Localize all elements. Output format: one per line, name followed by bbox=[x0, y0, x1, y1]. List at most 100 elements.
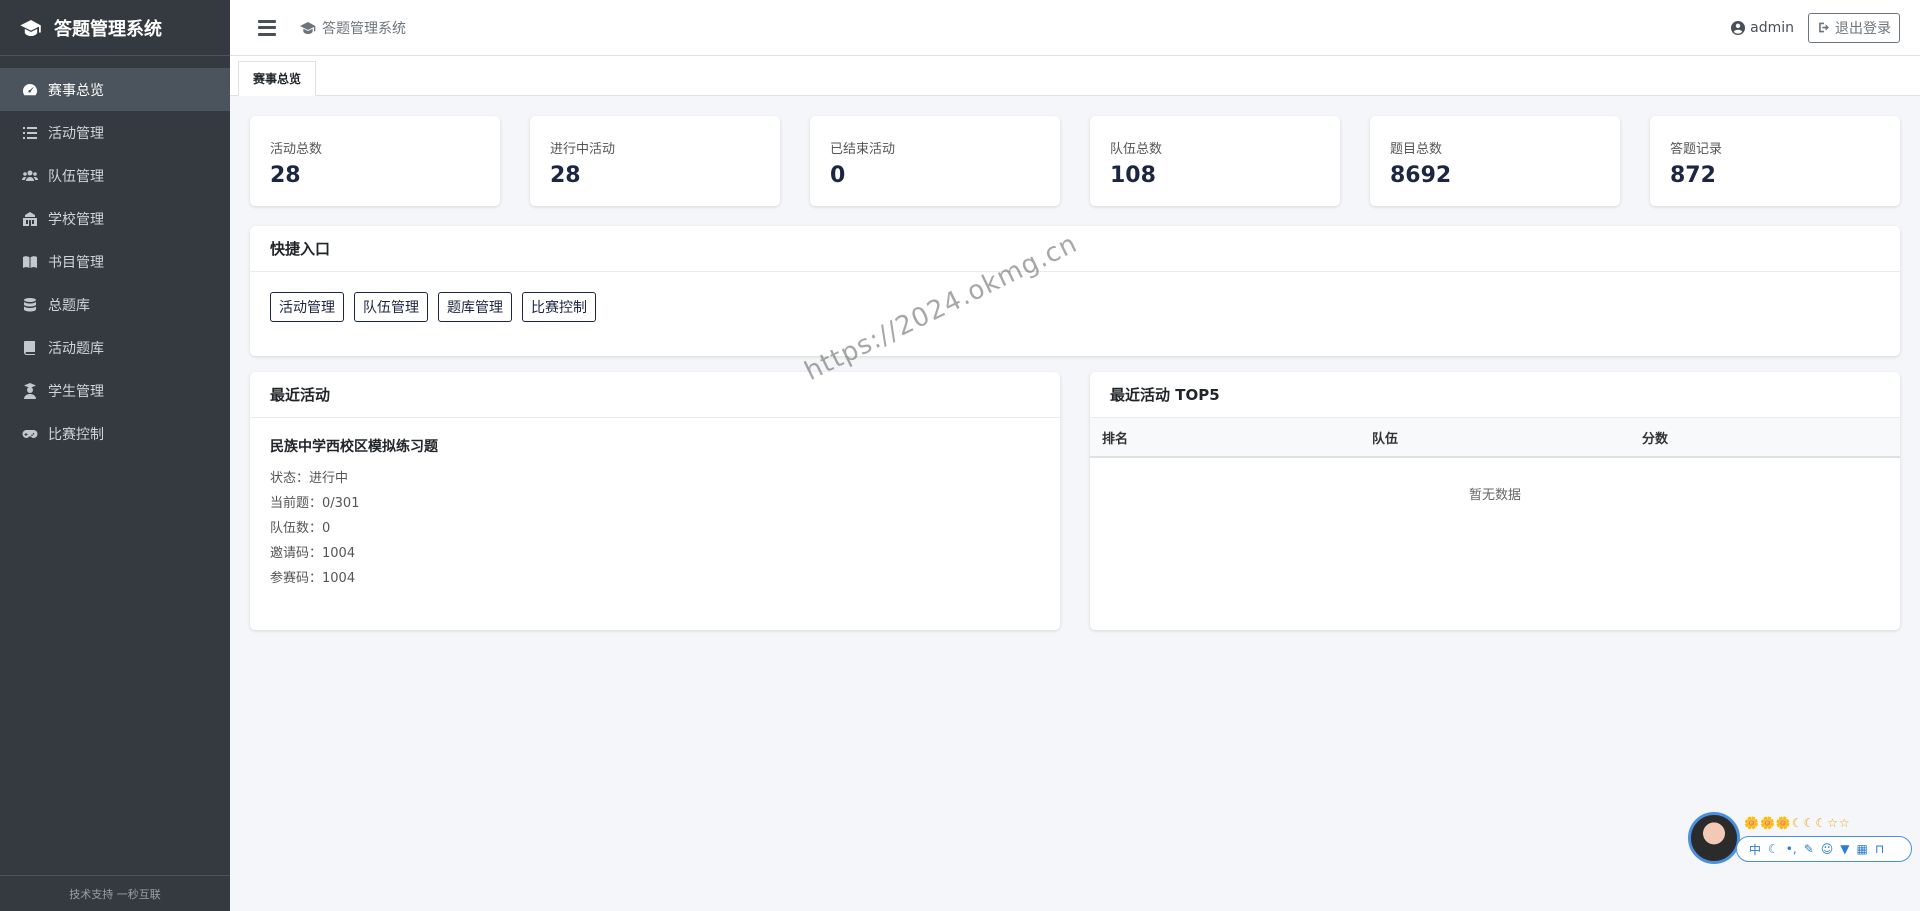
sidebar-item-label: 活动题库 bbox=[48, 340, 104, 357]
top5-card: 最近活动 TOP5 排名 队伍 分数 暂无数据 bbox=[1090, 372, 1900, 630]
sidebar-item-teams[interactable]: 队伍管理 bbox=[0, 154, 230, 197]
activity-name: 民族中学西校区模拟练习题 bbox=[270, 439, 438, 455]
sidebar-item-activity-bank[interactable]: 活动题库 bbox=[0, 326, 230, 369]
sidebar-item-schools[interactable]: 学校管理 bbox=[0, 197, 230, 240]
sidebar-item-label: 学校管理 bbox=[48, 211, 104, 228]
activity-status: 状态：进行中 bbox=[270, 471, 349, 486]
app: 答题管理系统 赛事总览 活动管理 队伍管理 学校管理 书目管理 总题库 活动题库… bbox=[0, 0, 1920, 911]
punctuation-icon[interactable]: •, bbox=[1786, 842, 1797, 856]
sidebar-item-books[interactable]: 书目管理 bbox=[0, 240, 230, 283]
bottom-row: 最近活动 民族中学西校区模拟练习题 状态：进行中 当前题：0/301 队伍数：0… bbox=[250, 372, 1900, 630]
stat-label: 题目总数 bbox=[1390, 142, 1443, 157]
sign-out-icon bbox=[1819, 22, 1829, 33]
header-title[interactable]: 答题管理系统 bbox=[300, 18, 406, 38]
stat-value: 28 bbox=[270, 163, 301, 188]
hamburger-icon bbox=[258, 26, 276, 29]
sidebar-item-label: 比赛控制 bbox=[48, 426, 104, 443]
top5-table-header: 排名 队伍 分数 bbox=[1090, 418, 1900, 458]
activity-team-count: 队伍数：0 bbox=[270, 521, 331, 536]
tab-overview[interactable]: 赛事总览 bbox=[238, 61, 317, 96]
activity-current-question: 当前题：0/301 bbox=[270, 496, 360, 511]
sidebar-footer: 技术支持 一秒互联 bbox=[0, 875, 230, 911]
empty-state: 暂无数据 bbox=[1468, 488, 1521, 503]
widget-toolbar: 中 ☾ •, ✎ ☺ ▼ ▦ ⊓ bbox=[1736, 836, 1912, 862]
activity-entry-code: 参赛码：1004 bbox=[270, 571, 356, 586]
quick-access-title: 快捷入口 bbox=[250, 226, 1900, 272]
dashboard-icon bbox=[23, 83, 37, 95]
top5-title: 最近活动 TOP5 bbox=[1090, 372, 1900, 418]
recent-activity-card: 最近活动 民族中学西校区模拟练习题 状态：进行中 当前题：0/301 队伍数：0… bbox=[250, 372, 1060, 630]
grid-icon[interactable]: ▦ bbox=[1857, 842, 1868, 856]
sidebar: 答题管理系统 赛事总览 活动管理 队伍管理 学校管理 书目管理 总题库 活动题库… bbox=[0, 0, 230, 911]
stats-row: 活动总数 28 进行中活动 28 已结束活动 0 队伍总数 108 题目总数 8… bbox=[250, 116, 1900, 206]
sidebar-item-students[interactable]: 学生管理 bbox=[0, 369, 230, 412]
school-icon bbox=[23, 211, 37, 226]
stat-value: 108 bbox=[1110, 163, 1156, 188]
brand[interactable]: 答题管理系统 bbox=[0, 0, 230, 56]
header-right: admin 退出登录 bbox=[1731, 12, 1900, 43]
graduation-cap-icon bbox=[300, 21, 316, 34]
sidebar-item-question-bank[interactable]: 总题库 bbox=[0, 283, 230, 326]
shirt-icon[interactable]: ▼ bbox=[1840, 842, 1849, 856]
stat-card-total-teams: 队伍总数 108 bbox=[1090, 116, 1340, 206]
column-header-score: 分数 bbox=[1642, 431, 1669, 447]
stat-label: 进行中活动 bbox=[550, 142, 616, 157]
hamburger-icon bbox=[258, 19, 276, 23]
quick-activities-button[interactable]: 活动管理 bbox=[270, 292, 344, 322]
main-content: 活动总数 28 进行中活动 28 已结束活动 0 队伍总数 108 题目总数 8… bbox=[230, 96, 1920, 911]
moon-icon[interactable]: ☾ bbox=[1768, 842, 1779, 856]
stat-value: 8692 bbox=[1390, 163, 1452, 188]
quick-teams-button[interactable]: 队伍管理 bbox=[354, 292, 428, 322]
stat-label: 队伍总数 bbox=[1110, 142, 1163, 157]
activity-invite-code: 邀请码：1004 bbox=[270, 546, 356, 561]
book-open-icon bbox=[23, 255, 37, 268]
sidebar-item-activities[interactable]: 活动管理 bbox=[0, 111, 230, 154]
sidebar-item-label: 活动管理 bbox=[48, 125, 104, 142]
input-mode-label[interactable]: 中 bbox=[1749, 841, 1761, 858]
stat-card-total-activities: 活动总数 28 bbox=[250, 116, 500, 206]
hamburger-icon bbox=[258, 32, 276, 36]
stat-card-total-questions: 题目总数 8692 bbox=[1370, 116, 1620, 206]
stat-label: 已结束活动 bbox=[830, 142, 896, 157]
stat-value: 872 bbox=[1670, 163, 1716, 188]
menu-toggle-button[interactable] bbox=[258, 19, 276, 36]
sidebar-nav: 赛事总览 活动管理 队伍管理 学校管理 书目管理 总题库 活动题库 学生管理 比… bbox=[0, 56, 230, 455]
recent-activity-title: 最近活动 bbox=[250, 372, 1060, 418]
user-circle-icon bbox=[1731, 20, 1746, 35]
database-icon bbox=[24, 297, 36, 311]
brand-title: 答题管理系统 bbox=[54, 18, 162, 40]
column-header-team: 队伍 bbox=[1372, 431, 1399, 447]
sidebar-item-label: 书目管理 bbox=[48, 254, 104, 271]
quick-access-buttons: 活动管理 队伍管理 题库管理 比赛控制 bbox=[250, 272, 1900, 342]
widget-stars: 🌼🌼🌼☾☾☾☆☆ bbox=[1744, 816, 1851, 830]
quick-match-control-button[interactable]: 比赛控制 bbox=[522, 292, 596, 322]
quick-access-card: 快捷入口 活动管理 队伍管理 题库管理 比赛控制 bbox=[250, 226, 1900, 356]
stat-card-ongoing-activities: 进行中活动 28 bbox=[530, 116, 780, 206]
student-icon bbox=[24, 382, 36, 399]
logout-label: 退出登录 bbox=[1835, 20, 1891, 37]
gamepad-icon bbox=[22, 429, 38, 438]
username: admin bbox=[1750, 19, 1794, 36]
stat-value: 0 bbox=[830, 163, 846, 188]
column-header-rank: 排名 bbox=[1102, 431, 1129, 447]
smiley-icon[interactable]: ☺ bbox=[1821, 842, 1834, 856]
sidebar-item-match-control[interactable]: 比赛控制 bbox=[0, 412, 230, 455]
sidebar-item-label: 赛事总览 bbox=[48, 82, 104, 99]
user-menu[interactable]: admin bbox=[1731, 20, 1794, 36]
wrench-icon[interactable]: ✎ bbox=[1804, 842, 1814, 856]
quick-question-bank-button[interactable]: 题库管理 bbox=[438, 292, 512, 322]
users-icon bbox=[22, 170, 38, 181]
list-icon bbox=[23, 126, 37, 139]
lock-icon[interactable]: ⊓ bbox=[1875, 842, 1884, 856]
floating-widget: 🌼🌼🌼☾☾☾☆☆ 中 ☾ •, ✎ ☺ ▼ ▦ ⊓ bbox=[1688, 812, 1916, 868]
avatar[interactable] bbox=[1688, 812, 1740, 864]
tab-bar: 赛事总览 bbox=[230, 56, 1920, 96]
stat-value: 28 bbox=[550, 163, 581, 188]
sidebar-item-label: 队伍管理 bbox=[48, 168, 104, 185]
sidebar-item-label: 总题库 bbox=[48, 297, 90, 314]
stat-label: 活动总数 bbox=[270, 142, 323, 157]
logout-button[interactable]: 退出登录 bbox=[1808, 12, 1900, 43]
stat-card-answer-records: 答题记录 872 bbox=[1650, 116, 1900, 206]
sidebar-item-overview[interactable]: 赛事总览 bbox=[0, 68, 230, 111]
header-title-text: 答题管理系统 bbox=[322, 20, 406, 37]
